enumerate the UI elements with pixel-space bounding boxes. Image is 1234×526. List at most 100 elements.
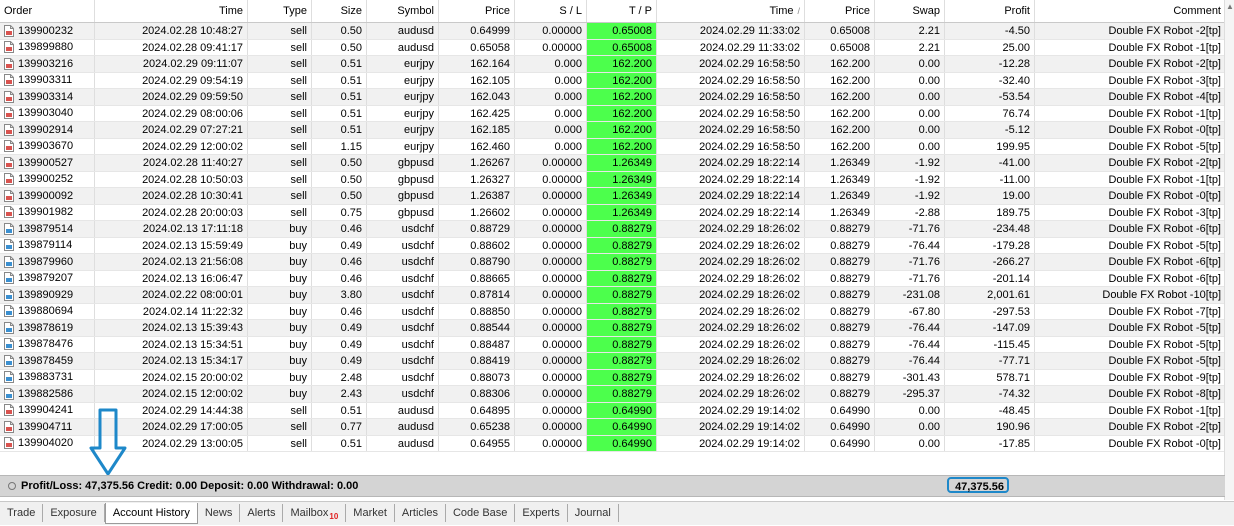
table-row[interactable]: 139890929 2024.02.22 08:00:01 buy 3.80 usdch…	[0, 287, 1225, 304]
cell-comment: Double FX Robot -5[tp]	[1108, 355, 1221, 367]
tab-account-history[interactable]: Account History	[104, 503, 198, 524]
col-header-symbol[interactable]: Symbol	[367, 0, 439, 22]
tab-mailbox[interactable]: Mailbox10	[283, 504, 347, 522]
cell-close-time: 2024.02.29 18:22:14	[657, 171, 805, 187]
cell-profit: -53.54	[945, 89, 1035, 105]
cell-close-time: 2024.02.29 16:58:50	[657, 105, 805, 121]
cell-size: 0.49	[312, 320, 367, 336]
cell-type: sell	[248, 204, 312, 220]
cell-type: sell	[248, 188, 312, 204]
cell-comment: Double FX Robot -8[tp]	[1108, 388, 1221, 400]
table-row[interactable]: 139900527 2024.02.28 11:40:27 sell 0.50 gbpu…	[0, 155, 1225, 172]
cell-price: 1.26387	[439, 188, 515, 204]
order-id: 139903216	[18, 57, 74, 70]
cell-swap: -71.76	[875, 221, 945, 237]
tab-journal[interactable]: Journal	[568, 504, 619, 522]
table-row[interactable]: 139900252 2024.02.28 10:50:03 sell 0.50 gbpu…	[0, 171, 1225, 188]
order-id: 139878476	[18, 338, 74, 350]
order-id: 139890929	[18, 288, 74, 301]
cell-close-price: 0.88279	[805, 386, 875, 402]
table-row[interactable]: 139878619 2024.02.13 15:39:43 buy 0.49 usdch…	[0, 320, 1225, 337]
tab-experts[interactable]: Experts	[515, 504, 568, 522]
cell-price: 0.88544	[439, 320, 515, 336]
col-header-price[interactable]: Price	[439, 0, 515, 22]
table-row[interactable]: 139903314 2024.02.29 09:59:50 sell 0.51 eurj…	[0, 89, 1225, 106]
table-row[interactable]: 139901982 2024.02.28 20:00:03 sell 0.75 gbpu…	[0, 204, 1225, 221]
table-row[interactable]: 139900092 2024.02.28 10:30:41 sell 0.50 gbpu…	[0, 188, 1225, 205]
cell-sl: 0.000	[515, 138, 587, 154]
table-header: Order Time Type Size Symbol Price S / L …	[0, 0, 1225, 23]
col-header-close-time[interactable]: Time /	[657, 0, 805, 22]
table-row[interactable]: 139904020 2024.02.29 13:00:05 sell 0.51 audu…	[0, 435, 1225, 452]
cell-symbol: usdchf	[367, 303, 439, 319]
cell-type: buy	[248, 221, 312, 237]
cell-tp: 0.88279	[587, 254, 657, 270]
tab-news[interactable]: News	[198, 504, 241, 522]
col-header-sl[interactable]: S / L	[515, 0, 587, 22]
cell-comment: Double FX Robot -3[tp]	[1108, 206, 1221, 219]
sort-ascending-icon: /	[797, 6, 800, 16]
cell-size: 0.46	[312, 270, 367, 286]
table-row[interactable]: 139882586 2024.02.15 12:00:02 buy 2.43 usdch…	[0, 386, 1225, 403]
scroll-up-icon[interactable]: ▲	[1226, 2, 1234, 11]
cell-order: 139879114	[0, 237, 95, 253]
cell-price: 162.185	[439, 122, 515, 138]
cell-tp: 0.88279	[587, 369, 657, 385]
col-header-profit[interactable]: Profit	[945, 0, 1035, 22]
tab-articles[interactable]: Articles	[395, 504, 446, 522]
tab-label: Journal	[574, 507, 611, 519]
table-row[interactable]: 139903311 2024.02.29 09:54:19 sell 0.51 eurj…	[0, 72, 1225, 89]
table-row[interactable]: 139879207 2024.02.13 16:06:47 buy 0.46 usdch…	[0, 270, 1225, 287]
cell-close-price: 0.88279	[805, 369, 875, 385]
cell-profit: 578.71	[945, 369, 1035, 385]
table-row[interactable]: 139904241 2024.02.29 14:44:38 sell 0.51 audu…	[0, 402, 1225, 419]
table-row[interactable]: 139902914 2024.02.29 07:27:21 sell 0.51 eurj…	[0, 122, 1225, 139]
table-row[interactable]: 139899880 2024.02.28 09:41:17 sell 0.50 audu…	[0, 39, 1225, 56]
col-header-tp[interactable]: T / P	[587, 0, 657, 22]
tab-label: News	[204, 507, 233, 519]
cell-order: 139878459	[0, 353, 95, 369]
cell-swap: -71.76	[875, 254, 945, 270]
col-header-swap[interactable]: Swap	[875, 0, 945, 22]
tab-code-base[interactable]: Code Base	[446, 504, 516, 522]
cell-profit: -32.40	[945, 72, 1035, 88]
col-header-size[interactable]: Size	[312, 0, 367, 22]
cell-swap: 0.00	[875, 105, 945, 121]
table-row[interactable]: 139879114 2024.02.13 15:59:49 buy 0.49 usdch…	[0, 237, 1225, 254]
sell-order-doc-icon	[4, 74, 14, 87]
order-id: 139900527	[18, 156, 74, 169]
col-header-close-price[interactable]: Price	[805, 0, 875, 22]
tab-market[interactable]: Market	[346, 504, 395, 522]
tab-alerts[interactable]: Alerts	[240, 504, 284, 522]
cell-symbol: usdchf	[367, 287, 439, 303]
buy-order-doc-icon	[4, 272, 14, 285]
cell-profit: -48.45	[945, 402, 1035, 418]
table-row[interactable]: 139879960 2024.02.13 21:56:08 buy 0.46 usdch…	[0, 254, 1225, 271]
table-row[interactable]: 139879514 2024.02.13 17:11:18 buy 0.46 usdch…	[0, 221, 1225, 238]
cell-sl: 0.00000	[515, 188, 587, 204]
col-header-time[interactable]: Time	[95, 0, 248, 22]
tab-exposure[interactable]: Exposure	[43, 504, 105, 522]
table-row[interactable]: 139903216 2024.02.29 09:11:07 sell 0.51 eurj…	[0, 56, 1225, 73]
cell-order: 139882586	[0, 386, 95, 402]
table-row[interactable]: 139880694 2024.02.14 11:22:32 buy 0.46 usdch…	[0, 303, 1225, 320]
cell-swap: -76.44	[875, 237, 945, 253]
table-row[interactable]: 139904711 2024.02.29 17:00:05 sell 0.77 audu…	[0, 419, 1225, 436]
cell-price: 0.88419	[439, 353, 515, 369]
cell-swap: -76.44	[875, 320, 945, 336]
tab-trade[interactable]: Trade	[0, 504, 44, 522]
table-row[interactable]: 139900232 2024.02.28 10:48:27 sell 0.50 audu…	[0, 23, 1225, 40]
cell-type: sell	[248, 138, 312, 154]
col-header-order[interactable]: Order	[0, 0, 95, 22]
table-row[interactable]: 139878476 2024.02.13 15:34:51 buy 0.49 usdch…	[0, 336, 1225, 353]
table-row[interactable]: 139903040 2024.02.29 08:00:06 sell 0.51 eurj…	[0, 105, 1225, 122]
cell-symbol: eurjpy	[367, 122, 439, 138]
cell-time: 2024.02.29 09:11:07	[95, 56, 248, 72]
table-row[interactable]: 139903670 2024.02.29 12:00:02 sell 1.15 eurj…	[0, 138, 1225, 155]
col-header-comment[interactable]: Comment	[1035, 0, 1225, 22]
vertical-scrollbar[interactable]: ▲	[1224, 0, 1234, 500]
table-row[interactable]: 139878459 2024.02.13 15:34:17 buy 0.49 usdch…	[0, 353, 1225, 370]
table-row[interactable]: 139883731 2024.02.15 20:00:02 buy 2.48 usdch…	[0, 369, 1225, 386]
cell-comment: Double FX Robot -2[tp]	[1108, 157, 1221, 169]
col-header-type[interactable]: Type	[248, 0, 312, 22]
